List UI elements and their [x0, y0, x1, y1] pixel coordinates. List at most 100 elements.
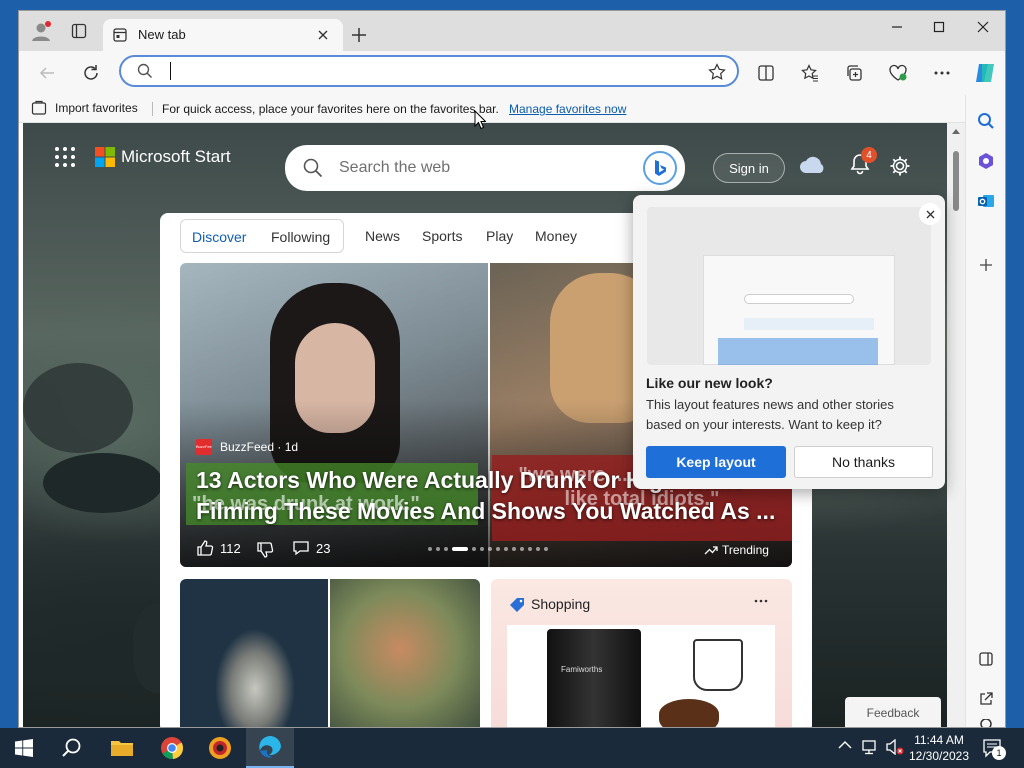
manage-favorites-link[interactable]: Manage favorites now: [509, 102, 626, 116]
like-button[interactable]: 112: [196, 539, 241, 557]
carousel-dot[interactable]: [488, 547, 492, 551]
feedback-button[interactable]: Feedback: [845, 697, 941, 727]
shopping-card[interactable]: Shopping Famiworths: [491, 579, 792, 727]
network-icon: [862, 740, 876, 755]
settings-more-button[interactable]: [926, 57, 958, 89]
shopping-more-button[interactable]: [753, 593, 769, 609]
carousel-dot[interactable]: [528, 547, 532, 551]
apps-launcher-button[interactable]: [53, 145, 77, 169]
carousel-indicator: [428, 545, 548, 553]
tab-actions-icon: [71, 23, 87, 39]
tab-close-button[interactable]: [313, 25, 333, 45]
text-caret: [170, 62, 171, 80]
carousel-dot[interactable]: [472, 547, 476, 551]
app-grid-icon: [55, 147, 75, 167]
windows-logo-icon: [15, 739, 33, 757]
action-center-button[interactable]: 1: [982, 738, 1006, 760]
taskbar-file-explorer[interactable]: [98, 728, 146, 768]
sidebar-hide-button[interactable]: [970, 643, 1002, 675]
taskbar-edge[interactable]: [246, 728, 294, 768]
favorites-bar-message: For quick access, place your favorites h…: [162, 102, 499, 116]
sign-in-button[interactable]: Sign in: [713, 153, 785, 183]
carousel-dot[interactable]: [512, 547, 516, 551]
back-button[interactable]: [31, 57, 63, 89]
weather-button[interactable]: [799, 155, 827, 175]
minimize-button[interactable]: [877, 11, 917, 43]
carousel-dot[interactable]: [504, 547, 508, 551]
carousel-dot-active[interactable]: [452, 547, 468, 551]
new-tab-button[interactable]: [343, 19, 375, 51]
refresh-button[interactable]: [75, 57, 107, 89]
carousel-dot[interactable]: [436, 547, 440, 551]
tab-new-tab[interactable]: New tab: [103, 19, 343, 51]
comments-button[interactable]: 23: [292, 539, 330, 557]
maximize-button[interactable]: [919, 11, 959, 43]
volume-button[interactable]: [886, 739, 904, 755]
carousel-dot[interactable]: [536, 547, 540, 551]
carousel-dot[interactable]: [480, 547, 484, 551]
tab-discover[interactable]: Discover: [192, 229, 246, 245]
taskbar-search-button[interactable]: [48, 728, 96, 768]
carousel-dot[interactable]: [520, 547, 524, 551]
carousel-dot[interactable]: [428, 547, 432, 551]
arrow-left-icon: [39, 67, 54, 79]
browser-essentials-button[interactable]: [882, 57, 914, 89]
copilot-button[interactable]: [969, 57, 1001, 89]
add-favorite-button[interactable]: [705, 60, 729, 84]
heart-pulse-icon: [889, 64, 907, 81]
coffee-maker-product[interactable]: Famiworths: [547, 629, 641, 727]
tab-money[interactable]: Money: [535, 228, 577, 244]
no-thanks-button[interactable]: No thanks: [794, 446, 933, 478]
carousel-dot[interactable]: [444, 547, 448, 551]
plus-icon: [980, 259, 992, 271]
sidebar-outlook-button[interactable]: [970, 185, 1002, 217]
split-screen-button[interactable]: [750, 57, 782, 89]
sidebar-search-button[interactable]: [970, 105, 1002, 137]
carousel-dot[interactable]: [544, 547, 548, 551]
story-image-reef: [330, 579, 480, 727]
preview-browser-frame: [703, 255, 895, 365]
sidebar-settings-button[interactable]: [970, 719, 1002, 727]
taskbar-app[interactable]: [196, 728, 244, 768]
web-search-box[interactable]: Search the web: [285, 145, 685, 191]
clock[interactable]: 11:44 AM 12/30/2023: [906, 732, 972, 764]
tab-play[interactable]: Play: [486, 228, 513, 244]
show-hidden-icons-button[interactable]: [838, 740, 852, 750]
toolbar: [19, 51, 1005, 95]
sidebar-external-button[interactable]: [970, 683, 1002, 715]
tab-news[interactable]: News: [365, 228, 400, 244]
import-favorites-button[interactable]: Import favorites: [31, 100, 138, 116]
favorites-button[interactable]: [794, 57, 826, 89]
page-scrollbar[interactable]: [947, 123, 965, 727]
search-icon: [137, 63, 153, 79]
sidebar-tools-button[interactable]: [970, 145, 1002, 177]
page-settings-button[interactable]: [889, 155, 911, 177]
taskbar-chrome[interactable]: [148, 728, 196, 768]
carousel-dot[interactable]: [496, 547, 500, 551]
bing-chat-button[interactable]: [643, 151, 677, 185]
tools-icon: [979, 153, 993, 169]
coffee-filter-product: [693, 639, 743, 691]
address-input[interactable]: [167, 59, 687, 83]
tab-following[interactable]: Following: [271, 229, 330, 245]
collections-button[interactable]: [838, 57, 870, 89]
start-button[interactable]: [0, 728, 48, 768]
story-card-nature[interactable]: [180, 579, 480, 727]
tab-actions-button[interactable]: [63, 15, 95, 47]
cloud-icon: [800, 156, 824, 173]
scrollbar-thumb[interactable]: [953, 151, 959, 211]
microsoft-start-logo[interactable]: Microsoft Start: [95, 147, 231, 167]
profile-button[interactable]: [25, 15, 57, 47]
notifications-button[interactable]: 4: [849, 147, 877, 179]
keep-layout-button[interactable]: Keep layout: [646, 446, 786, 478]
window-close-button[interactable]: [963, 11, 1003, 43]
comment-count: 23: [316, 540, 331, 556]
popup-close-button[interactable]: [919, 203, 941, 225]
sidebar-add-button[interactable]: [970, 249, 1002, 281]
divider: [152, 102, 153, 116]
network-button[interactable]: [862, 739, 880, 755]
search-icon: [62, 738, 81, 757]
dislike-button[interactable]: [256, 541, 274, 559]
close-icon: [926, 210, 934, 218]
tab-sports[interactable]: Sports: [422, 228, 462, 244]
